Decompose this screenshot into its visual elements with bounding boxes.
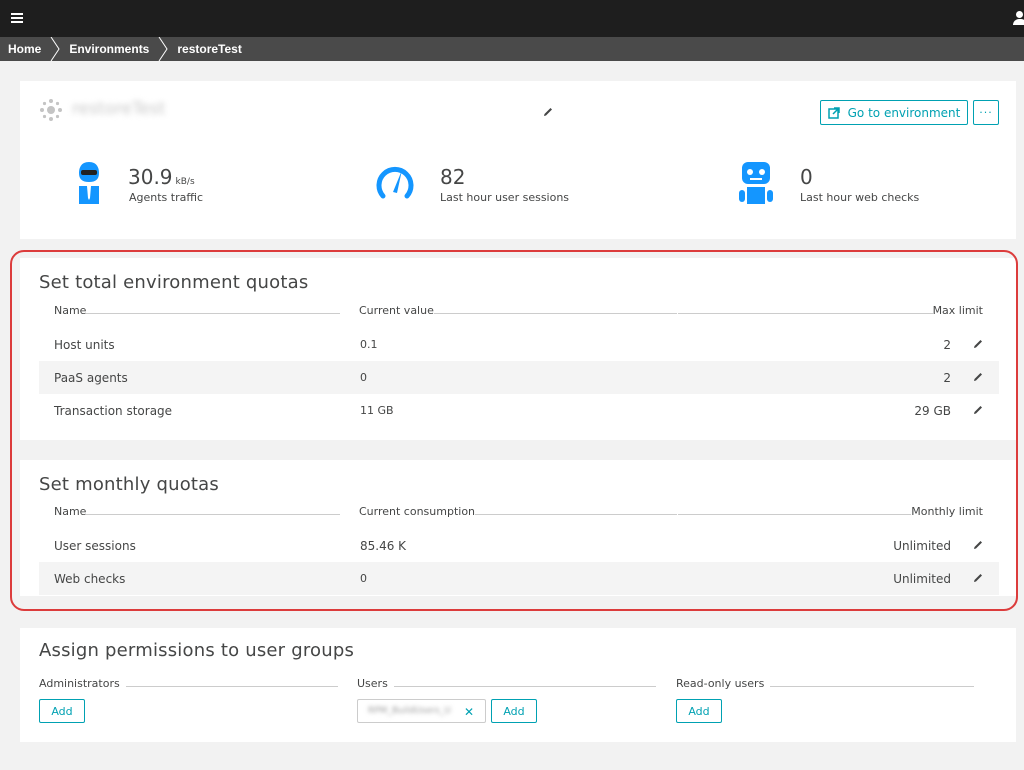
column-header-name: Name xyxy=(54,505,340,518)
more-options-button[interactable]: ··· xyxy=(973,100,999,125)
table-row: PaaS agents 0 2 xyxy=(39,361,999,394)
add-administrators-button[interactable]: Add xyxy=(39,699,85,723)
edit-pencil-icon[interactable] xyxy=(973,405,983,415)
edit-pencil-icon[interactable] xyxy=(973,573,983,583)
speedometer-icon xyxy=(376,166,414,199)
edit-pencil-icon[interactable] xyxy=(973,540,983,550)
breadcrumb-home[interactable]: Home xyxy=(0,37,49,61)
column-header-name: Name xyxy=(54,304,340,317)
robot-icon xyxy=(739,162,773,204)
breadcrumb-environments[interactable]: Environments xyxy=(61,37,157,61)
user-group-chip: RPM_BuildUsers_U ✕ xyxy=(357,699,486,723)
stat-label: Last hour web checks xyxy=(800,191,920,204)
group-header-users: Users xyxy=(357,677,656,690)
breadcrumb-separator-icon xyxy=(50,37,60,61)
breadcrumb-current: restoreTest xyxy=(177,42,242,56)
column-header-current: Current value xyxy=(359,304,677,317)
monthly-quotas-card: Set monthly quotas Name Current consumpt… xyxy=(20,460,1016,596)
remove-chip-icon[interactable]: ✕ xyxy=(464,705,474,719)
stat-value: 0 xyxy=(800,165,813,189)
agent-icon xyxy=(79,162,99,204)
stat-value: 30.9 kB/s xyxy=(128,165,195,189)
go-to-environment-label: Go to environment xyxy=(847,105,961,120)
breadcrumb-separator-icon xyxy=(158,37,168,61)
stat-label: Agents traffic xyxy=(129,191,204,204)
top-bar xyxy=(0,0,1024,37)
section-title: Set total environment quotas xyxy=(39,272,309,293)
edit-pencil-icon[interactable] xyxy=(973,339,983,349)
menu-icon[interactable] xyxy=(11,13,23,23)
table-row: User sessions 85.46 K Unlimited xyxy=(39,529,999,562)
stat-label: Last hour user sessions xyxy=(440,191,570,204)
table-row: Host units 0.1 2 xyxy=(39,328,999,361)
environment-name: restoreTest xyxy=(72,99,166,119)
permissions-card: Assign permissions to user groups Admini… xyxy=(20,628,1016,742)
stat-agents-traffic: 30.9 kB/s Agents traffic xyxy=(77,160,277,210)
edit-name-pencil-icon[interactable] xyxy=(543,107,553,117)
breadcrumb: Home Environments restoreTest xyxy=(0,37,1024,61)
stat-value: 82 xyxy=(440,165,466,189)
table-row: Transaction storage 11 GB 29 GB xyxy=(39,394,999,427)
user-icon[interactable] xyxy=(1013,11,1024,25)
section-title: Set monthly quotas xyxy=(39,474,219,495)
section-title: Assign permissions to user groups xyxy=(39,640,355,661)
group-header-administrators: Administrators xyxy=(39,677,338,690)
column-header-limit: Monthly limit xyxy=(678,505,983,518)
total-quotas-card: Set total environment quotas Name Curren… xyxy=(20,258,1016,440)
add-users-button[interactable]: Add xyxy=(491,699,537,723)
group-header-read-only-users: Read-only users xyxy=(676,677,974,690)
edit-pencil-icon[interactable] xyxy=(973,372,983,382)
stat-web-checks: 0 Last hour web checks xyxy=(737,160,957,210)
external-link-icon xyxy=(827,106,840,119)
stat-user-sessions: 82 Last hour user sessions xyxy=(375,160,595,210)
add-read-only-users-button[interactable]: Add xyxy=(676,699,722,723)
column-header-limit: Max limit xyxy=(678,304,983,317)
go-to-environment-button[interactable]: Go to environment xyxy=(820,100,968,125)
table-row: Web checks 0 Unlimited xyxy=(39,562,999,595)
column-header-current: Current consumption xyxy=(359,505,677,518)
environment-icon xyxy=(40,99,62,121)
environment-overview-card: restoreTest Go to environment ··· 30.9 kB… xyxy=(20,81,1016,239)
